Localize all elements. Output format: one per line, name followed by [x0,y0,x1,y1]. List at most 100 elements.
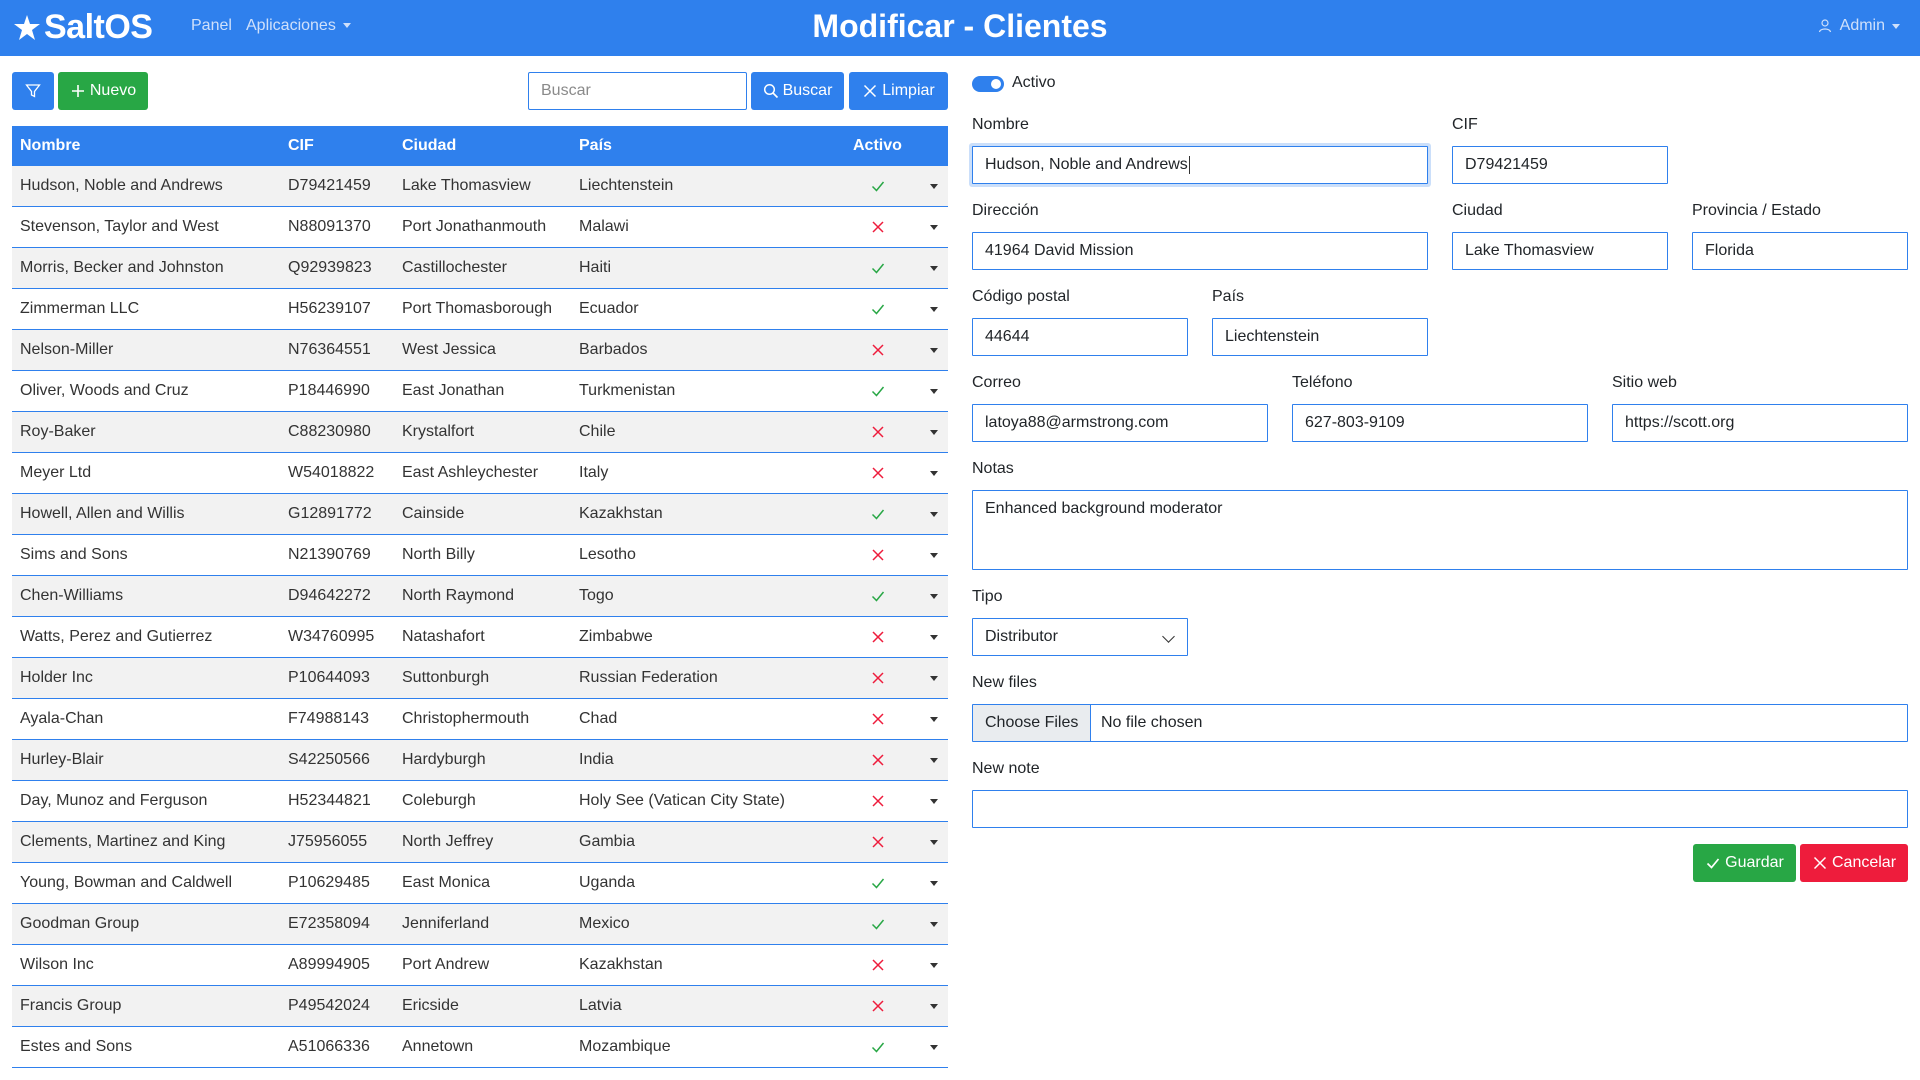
new-note-field[interactable] [972,790,1908,828]
table-row[interactable]: Watts, Perez and Gutierrez W34760995 Natas… [12,617,948,658]
cell-nombre: Hurley-Blair [20,751,104,768]
row-menu-caret-icon[interactable] [930,635,938,640]
new-button[interactable]: Nuevo [58,72,148,110]
row-menu-caret-icon[interactable] [930,840,938,845]
cell-pais: Mexico [579,915,630,932]
row-menu-caret-icon[interactable] [930,881,938,886]
check-icon [871,304,885,315]
column-header-nombre[interactable]: Nombre [20,137,80,155]
row-menu-caret-icon[interactable] [930,471,938,476]
new-button-label: Nuevo [89,82,137,99]
column-header-pais[interactable]: País [579,137,612,155]
row-menu-caret-icon[interactable] [930,1004,938,1009]
x-icon [872,959,884,971]
column-header-ciudad[interactable]: Ciudad [402,137,456,155]
table-row[interactable]: Chen-Williams D94642272 North Raymond Togo [12,576,948,617]
x-icon [872,344,884,356]
row-menu-caret-icon[interactable] [930,184,938,189]
table-row[interactable]: Nelson-Miller N76364551 West Jessica Barbad… [12,330,948,371]
cif-field[interactable]: D79421459 [1452,146,1668,184]
table-row[interactable]: Howell, Allen and Willis G12891772 Cainsid… [12,494,948,535]
row-menu-caret-icon[interactable] [930,512,938,517]
table-row[interactable]: Young, Bowman and Caldwell P10629485 East … [12,863,948,904]
notas-textarea[interactable]: Enhanced background moderator [972,490,1908,570]
cell-nombre: Nelson-Miller [20,341,114,358]
table-row[interactable]: Estes and Sons A51066336 Annetown Mozambiqu… [12,1027,948,1068]
row-menu-caret-icon[interactable] [930,266,938,271]
choose-files-button[interactable]: Choose Files [973,705,1092,741]
nombre-field[interactable]: Hudson, Noble and Andrews [972,146,1428,184]
cell-nombre: Clements, Martinez and King [20,833,226,850]
save-button[interactable]: Guardar [1693,844,1796,882]
table-row[interactable]: Zimmerman LLC H56239107 Port Thomasborough… [12,289,948,330]
check-icon [871,386,885,397]
table-row[interactable]: Goodman Group E72358094 Jenniferland Mexico [12,904,948,945]
tipo-select[interactable]: Distributor [972,618,1188,656]
cell-pais: Chile [579,423,616,440]
file-input[interactable]: Choose Files No file chosen [972,704,1908,742]
telefono-field[interactable]: 627-803-9109 [1292,404,1588,442]
table-row[interactable]: Stevenson, Taylor and West N88091370 Port … [12,207,948,248]
table-row[interactable]: Oliver, Woods and Cruz P18446990 East Jona… [12,371,948,412]
cell-nombre: Roy-Baker [20,423,96,440]
table-row[interactable]: Ayala-Chan F74988143 Christophermouth Chad [12,699,948,740]
table-row[interactable]: Roy-Baker C88230980 Krystalfort Chile [12,412,948,453]
cancel-button[interactable]: Cancelar [1800,844,1908,882]
table-row[interactable]: Clements, Martinez and King J75956055 Nort… [12,822,948,863]
cell-ciudad: Port Jonathanmouth [402,218,547,235]
row-menu-caret-icon[interactable] [930,717,938,722]
table-row[interactable]: Hurley-Blair S42250566 Hardyburgh India [12,740,948,781]
provincia-field[interactable]: Florida [1692,232,1908,270]
row-menu-caret-icon[interactable] [930,389,938,394]
row-menu-caret-icon[interactable] [930,922,938,927]
sitio-web-value: https://scott.org [1625,414,1735,431]
search-input[interactable] [528,72,747,110]
row-menu-caret-icon[interactable] [930,225,938,230]
table-row[interactable]: Wilson Inc A89994905 Port Andrew Kazakhstan [12,945,948,986]
cell-ciudad: Hardyburgh [402,751,486,768]
column-header-activo[interactable]: Activo [853,137,902,155]
active-toggle[interactable] [972,76,1004,92]
row-menu-caret-icon[interactable] [930,799,938,804]
row-menu-caret-icon[interactable] [930,348,938,353]
clear-button[interactable]: Limpiar [849,72,948,110]
table-row[interactable]: Holder Inc P10644093 Suttonburgh Russian Fe… [12,658,948,699]
codigo-postal-field[interactable]: 44644 [972,318,1188,356]
nav-panel-link[interactable]: Panel [191,17,232,35]
cell-pais: Russian Federation [579,669,718,686]
table-row[interactable]: Hudson, Noble and Andrews D79421459 Lake T… [12,166,948,207]
row-menu-caret-icon[interactable] [930,594,938,599]
pais-field[interactable]: Liechtenstein [1212,318,1428,356]
notas-label: Notas [972,460,1014,477]
direccion-field[interactable]: 41964 David Mission [972,232,1428,270]
column-header-cif[interactable]: CIF [288,137,314,155]
cell-cif: C88230980 [288,423,371,440]
cell-nombre: Oliver, Woods and Cruz [20,382,189,399]
row-menu-caret-icon[interactable] [930,1045,938,1050]
check-icon [871,509,885,520]
search-button[interactable]: Buscar [751,72,844,110]
x-icon [872,631,884,643]
cell-pais: Malawi [579,218,629,235]
sitio-web-field[interactable]: https://scott.org [1612,404,1908,442]
ciudad-field[interactable]: Lake Thomasview [1452,232,1668,270]
cell-ciudad: North Billy [402,546,475,563]
row-menu-caret-icon[interactable] [930,758,938,763]
table-row[interactable]: Morris, Becker and Johnston Q92939823 Cast… [12,248,948,289]
filter-button[interactable] [12,72,54,110]
row-menu-caret-icon[interactable] [930,676,938,681]
nav-apps-dropdown[interactable]: Aplicaciones [246,17,351,35]
table-row[interactable]: Sims and Sons N21390769 North Billy Lesotho [12,535,948,576]
table-row[interactable]: Day, Munoz and Ferguson H52344821 Coleburg… [12,781,948,822]
row-menu-caret-icon[interactable] [930,553,938,558]
correo-field[interactable]: latoya88@armstrong.com [972,404,1268,442]
user-menu[interactable]: Admin [1818,17,1900,35]
nombre-value: Hudson, Noble and Andrews [985,156,1188,173]
table-row[interactable]: Francis Group P49542024 Ericside Latvia [12,986,948,1027]
brand-logo[interactable]: SaltOS [12,8,153,47]
table-row[interactable]: Meyer Ltd W54018822 East Ashleychester Ital… [12,453,948,494]
row-menu-caret-icon[interactable] [930,307,938,312]
cell-pais: Uganda [579,874,636,891]
row-menu-caret-icon[interactable] [930,430,938,435]
row-menu-caret-icon[interactable] [930,963,938,968]
